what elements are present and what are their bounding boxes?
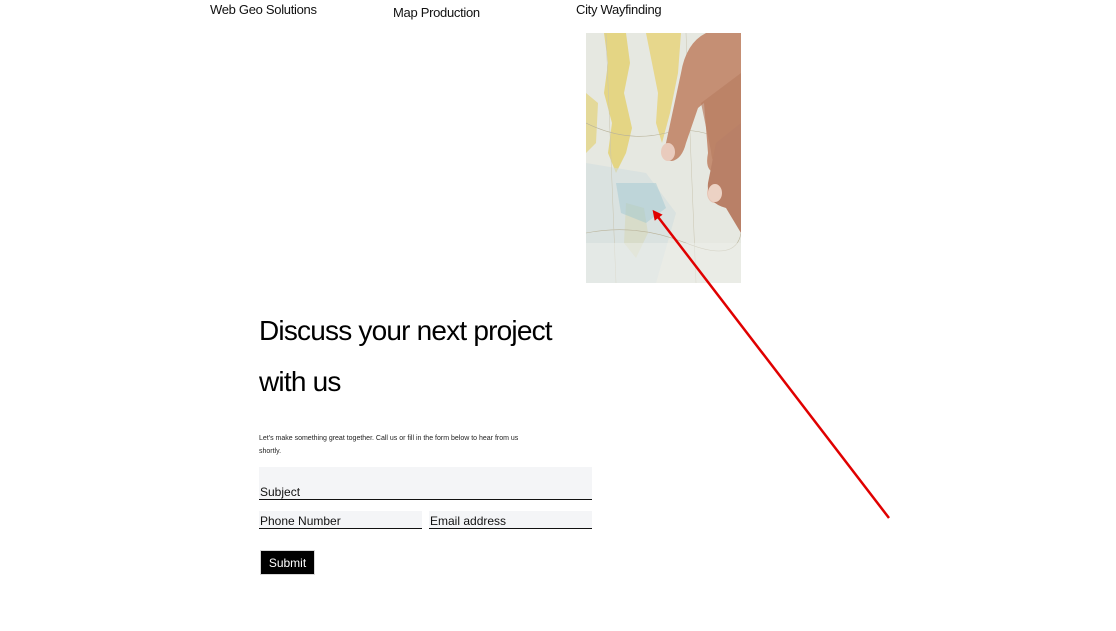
phone-number-input[interactable]: Phone Number <box>259 511 422 529</box>
email-address-placeholder: Email address <box>430 514 507 528</box>
submit-button[interactable]: Submit <box>260 550 315 575</box>
nav-link-city-wayfinding[interactable]: City Wayfinding <box>576 2 662 17</box>
page: Web Geo Solutions Map Production City Wa… <box>0 0 1116 631</box>
nav-link-map-production[interactable]: Map Production <box>393 5 480 20</box>
contact-heading: Discuss your next project with us <box>259 315 553 397</box>
phone-number-placeholder: Phone Number <box>260 514 341 528</box>
map-photo <box>586 33 741 283</box>
map-photo-illustration <box>586 33 741 283</box>
nav-link-web-geo-solutions[interactable]: Web Geo Solutions <box>210 2 317 17</box>
contact-intro-text: Let's make something great together. Cal… <box>259 435 519 455</box>
subject-placeholder: Subject <box>260 485 301 499</box>
subject-input[interactable]: Subject <box>259 467 592 500</box>
email-address-input[interactable]: Email address <box>429 511 592 529</box>
